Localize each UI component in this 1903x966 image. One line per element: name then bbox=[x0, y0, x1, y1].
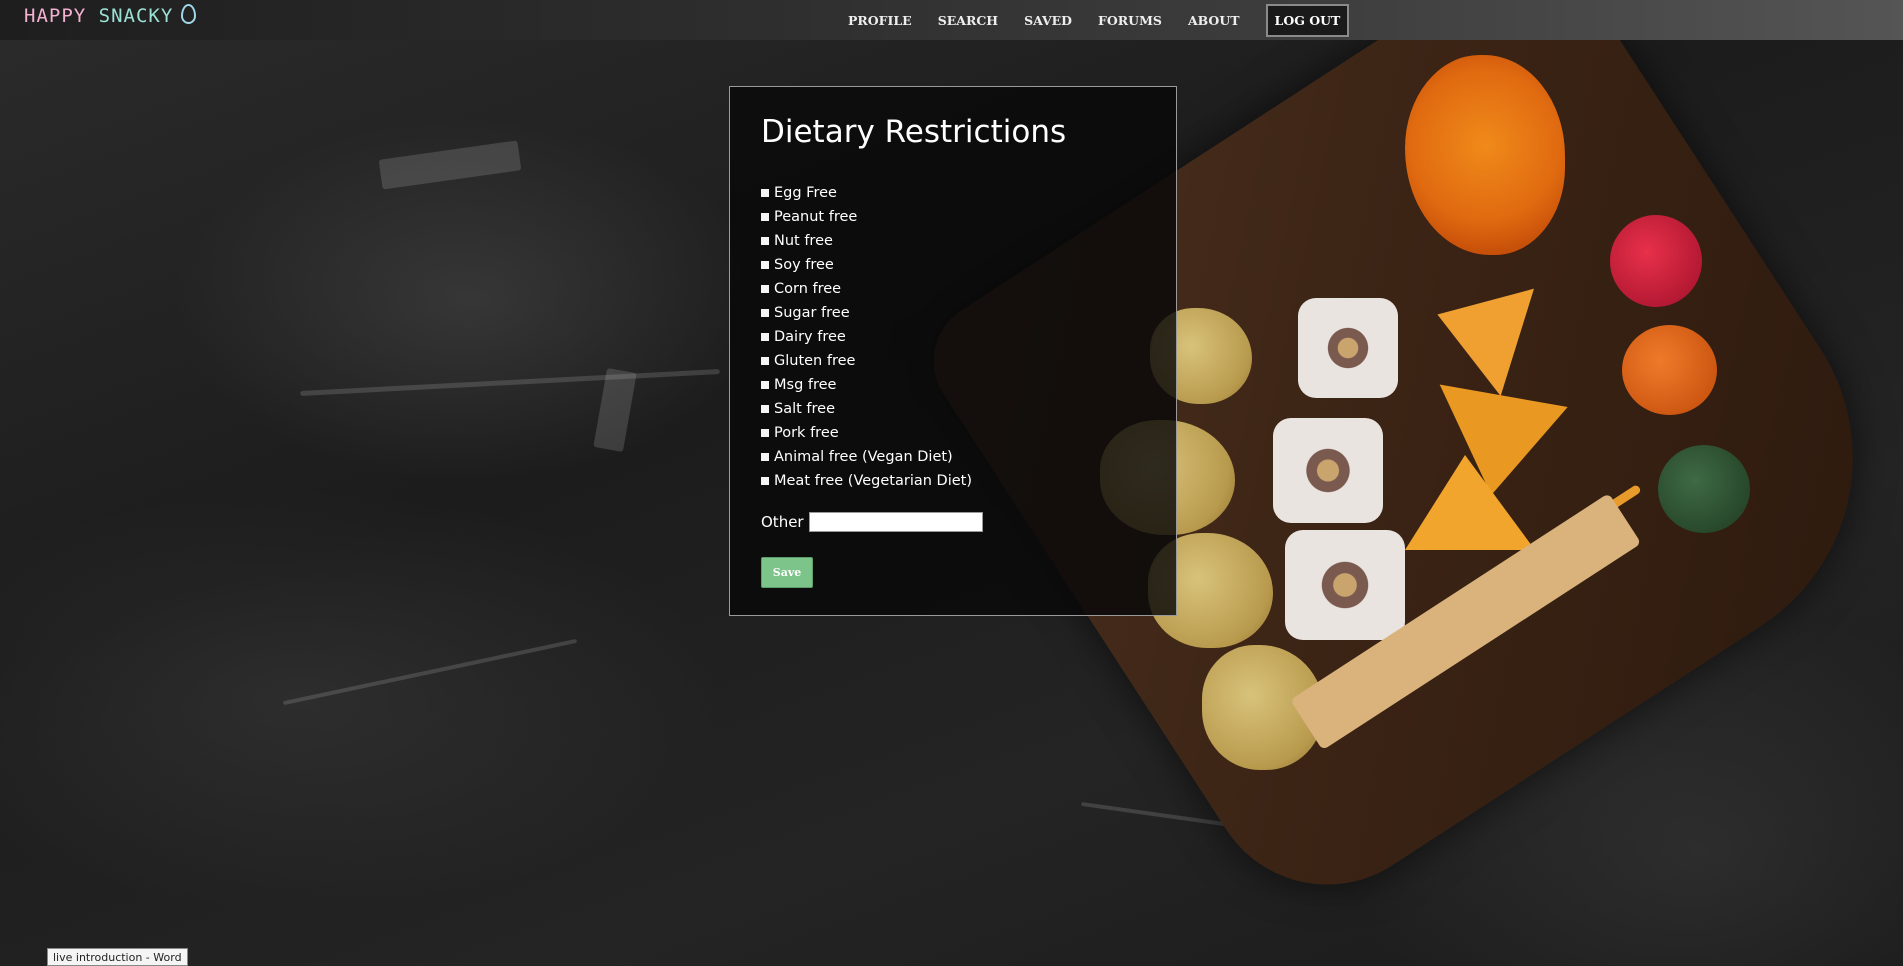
checkbox[interactable] bbox=[761, 357, 769, 365]
checkbox[interactable] bbox=[761, 453, 769, 461]
option-label: Soy free bbox=[774, 257, 834, 273]
checkbox[interactable] bbox=[761, 477, 769, 485]
page: HAPPY SNACKY PROFILE SEARCH SAVED FORUMS… bbox=[0, 0, 1903, 966]
restriction-option-gluten-free[interactable]: Gluten free bbox=[761, 349, 972, 373]
taskbar-tooltip: live introduction - Word bbox=[47, 948, 188, 966]
nav-saved[interactable]: SAVED bbox=[1024, 13, 1072, 28]
restriction-option-sugar-free[interactable]: Sugar free bbox=[761, 301, 972, 325]
top-navbar: HAPPY SNACKY PROFILE SEARCH SAVED FORUMS… bbox=[0, 0, 1903, 40]
nav-menu: PROFILE SEARCH SAVED FORUMS ABOUT LOG OU… bbox=[848, 0, 1350, 40]
logo-text-happy: HAPPY bbox=[24, 5, 99, 27]
coconut-roll bbox=[1285, 530, 1405, 640]
checkbox[interactable] bbox=[761, 429, 769, 437]
option-label: Pork free bbox=[774, 425, 839, 441]
page-title: Dietary Restrictions bbox=[761, 114, 1067, 150]
nav-search[interactable]: SEARCH bbox=[938, 13, 998, 28]
green-jelly-candy bbox=[1658, 445, 1750, 533]
option-label: Nut free bbox=[774, 233, 833, 249]
restriction-options: Egg Free Peanut free Nut free Soy free C… bbox=[761, 181, 972, 493]
checkbox[interactable] bbox=[761, 309, 769, 317]
chalk-mark bbox=[300, 369, 720, 396]
restriction-option-msg-free[interactable]: Msg free bbox=[761, 373, 972, 397]
restriction-option-vegan[interactable]: Animal free (Vegan Diet) bbox=[761, 445, 972, 469]
restriction-option-pork-free[interactable]: Pork free bbox=[761, 421, 972, 445]
coconut-roll bbox=[1298, 298, 1398, 398]
option-label: Salt free bbox=[774, 401, 836, 417]
restriction-option-nut-free[interactable]: Nut free bbox=[761, 229, 972, 253]
nav-forums[interactable]: FORUMS bbox=[1098, 13, 1162, 28]
restriction-option-peanut-free[interactable]: Peanut free bbox=[761, 205, 972, 229]
other-label: Other bbox=[761, 513, 804, 531]
other-input[interactable] bbox=[808, 512, 983, 532]
save-button[interactable]: Save bbox=[761, 557, 813, 588]
checkbox[interactable] bbox=[761, 261, 769, 269]
restriction-option-corn-free[interactable]: Corn free bbox=[761, 277, 972, 301]
option-label: Meat free (Vegetarian Diet) bbox=[774, 473, 973, 489]
restriction-option-egg-free[interactable]: Egg Free bbox=[761, 181, 972, 205]
checkbox[interactable] bbox=[761, 285, 769, 293]
option-label: Peanut free bbox=[774, 209, 858, 225]
checkbox[interactable] bbox=[761, 189, 769, 197]
checkbox[interactable] bbox=[761, 213, 769, 221]
restriction-option-vegetarian[interactable]: Meat free (Vegetarian Diet) bbox=[761, 469, 972, 493]
option-label: Dairy free bbox=[774, 329, 846, 345]
checkbox[interactable] bbox=[761, 381, 769, 389]
option-label: Corn free bbox=[774, 281, 842, 297]
logo-text-snacky: SNACKY bbox=[98, 5, 174, 27]
nav-about[interactable]: ABOUT bbox=[1188, 13, 1240, 28]
dietary-restrictions-panel: Dietary Restrictions Egg Free Peanut fre… bbox=[729, 86, 1177, 616]
checkbox[interactable] bbox=[761, 237, 769, 245]
chalk-mark bbox=[282, 638, 578, 706]
coconut-roll bbox=[1273, 418, 1383, 523]
chalk-mark bbox=[378, 140, 522, 190]
restriction-option-dairy-free[interactable]: Dairy free bbox=[761, 325, 972, 349]
egg-icon bbox=[181, 4, 197, 24]
orange-jelly-candy bbox=[1622, 325, 1717, 415]
other-row: Other bbox=[761, 512, 983, 532]
red-jelly-candy bbox=[1610, 215, 1702, 307]
app-logo[interactable]: HAPPY SNACKY bbox=[24, 4, 197, 27]
logout-button[interactable]: LOG OUT bbox=[1265, 3, 1350, 37]
checkbox[interactable] bbox=[761, 333, 769, 341]
corn-chip bbox=[1405, 455, 1535, 550]
chalk-mark bbox=[593, 368, 637, 452]
option-label: Animal free (Vegan Diet) bbox=[774, 449, 953, 465]
restriction-option-soy-free[interactable]: Soy free bbox=[761, 253, 972, 277]
restriction-option-salt-free[interactable]: Salt free bbox=[761, 397, 972, 421]
checkbox[interactable] bbox=[761, 405, 769, 413]
option-label: Egg Free bbox=[774, 185, 837, 201]
option-label: Msg free bbox=[774, 377, 837, 393]
option-label: Gluten free bbox=[774, 353, 856, 369]
option-label: Sugar free bbox=[774, 305, 850, 321]
nav-profile[interactable]: PROFILE bbox=[848, 13, 912, 28]
